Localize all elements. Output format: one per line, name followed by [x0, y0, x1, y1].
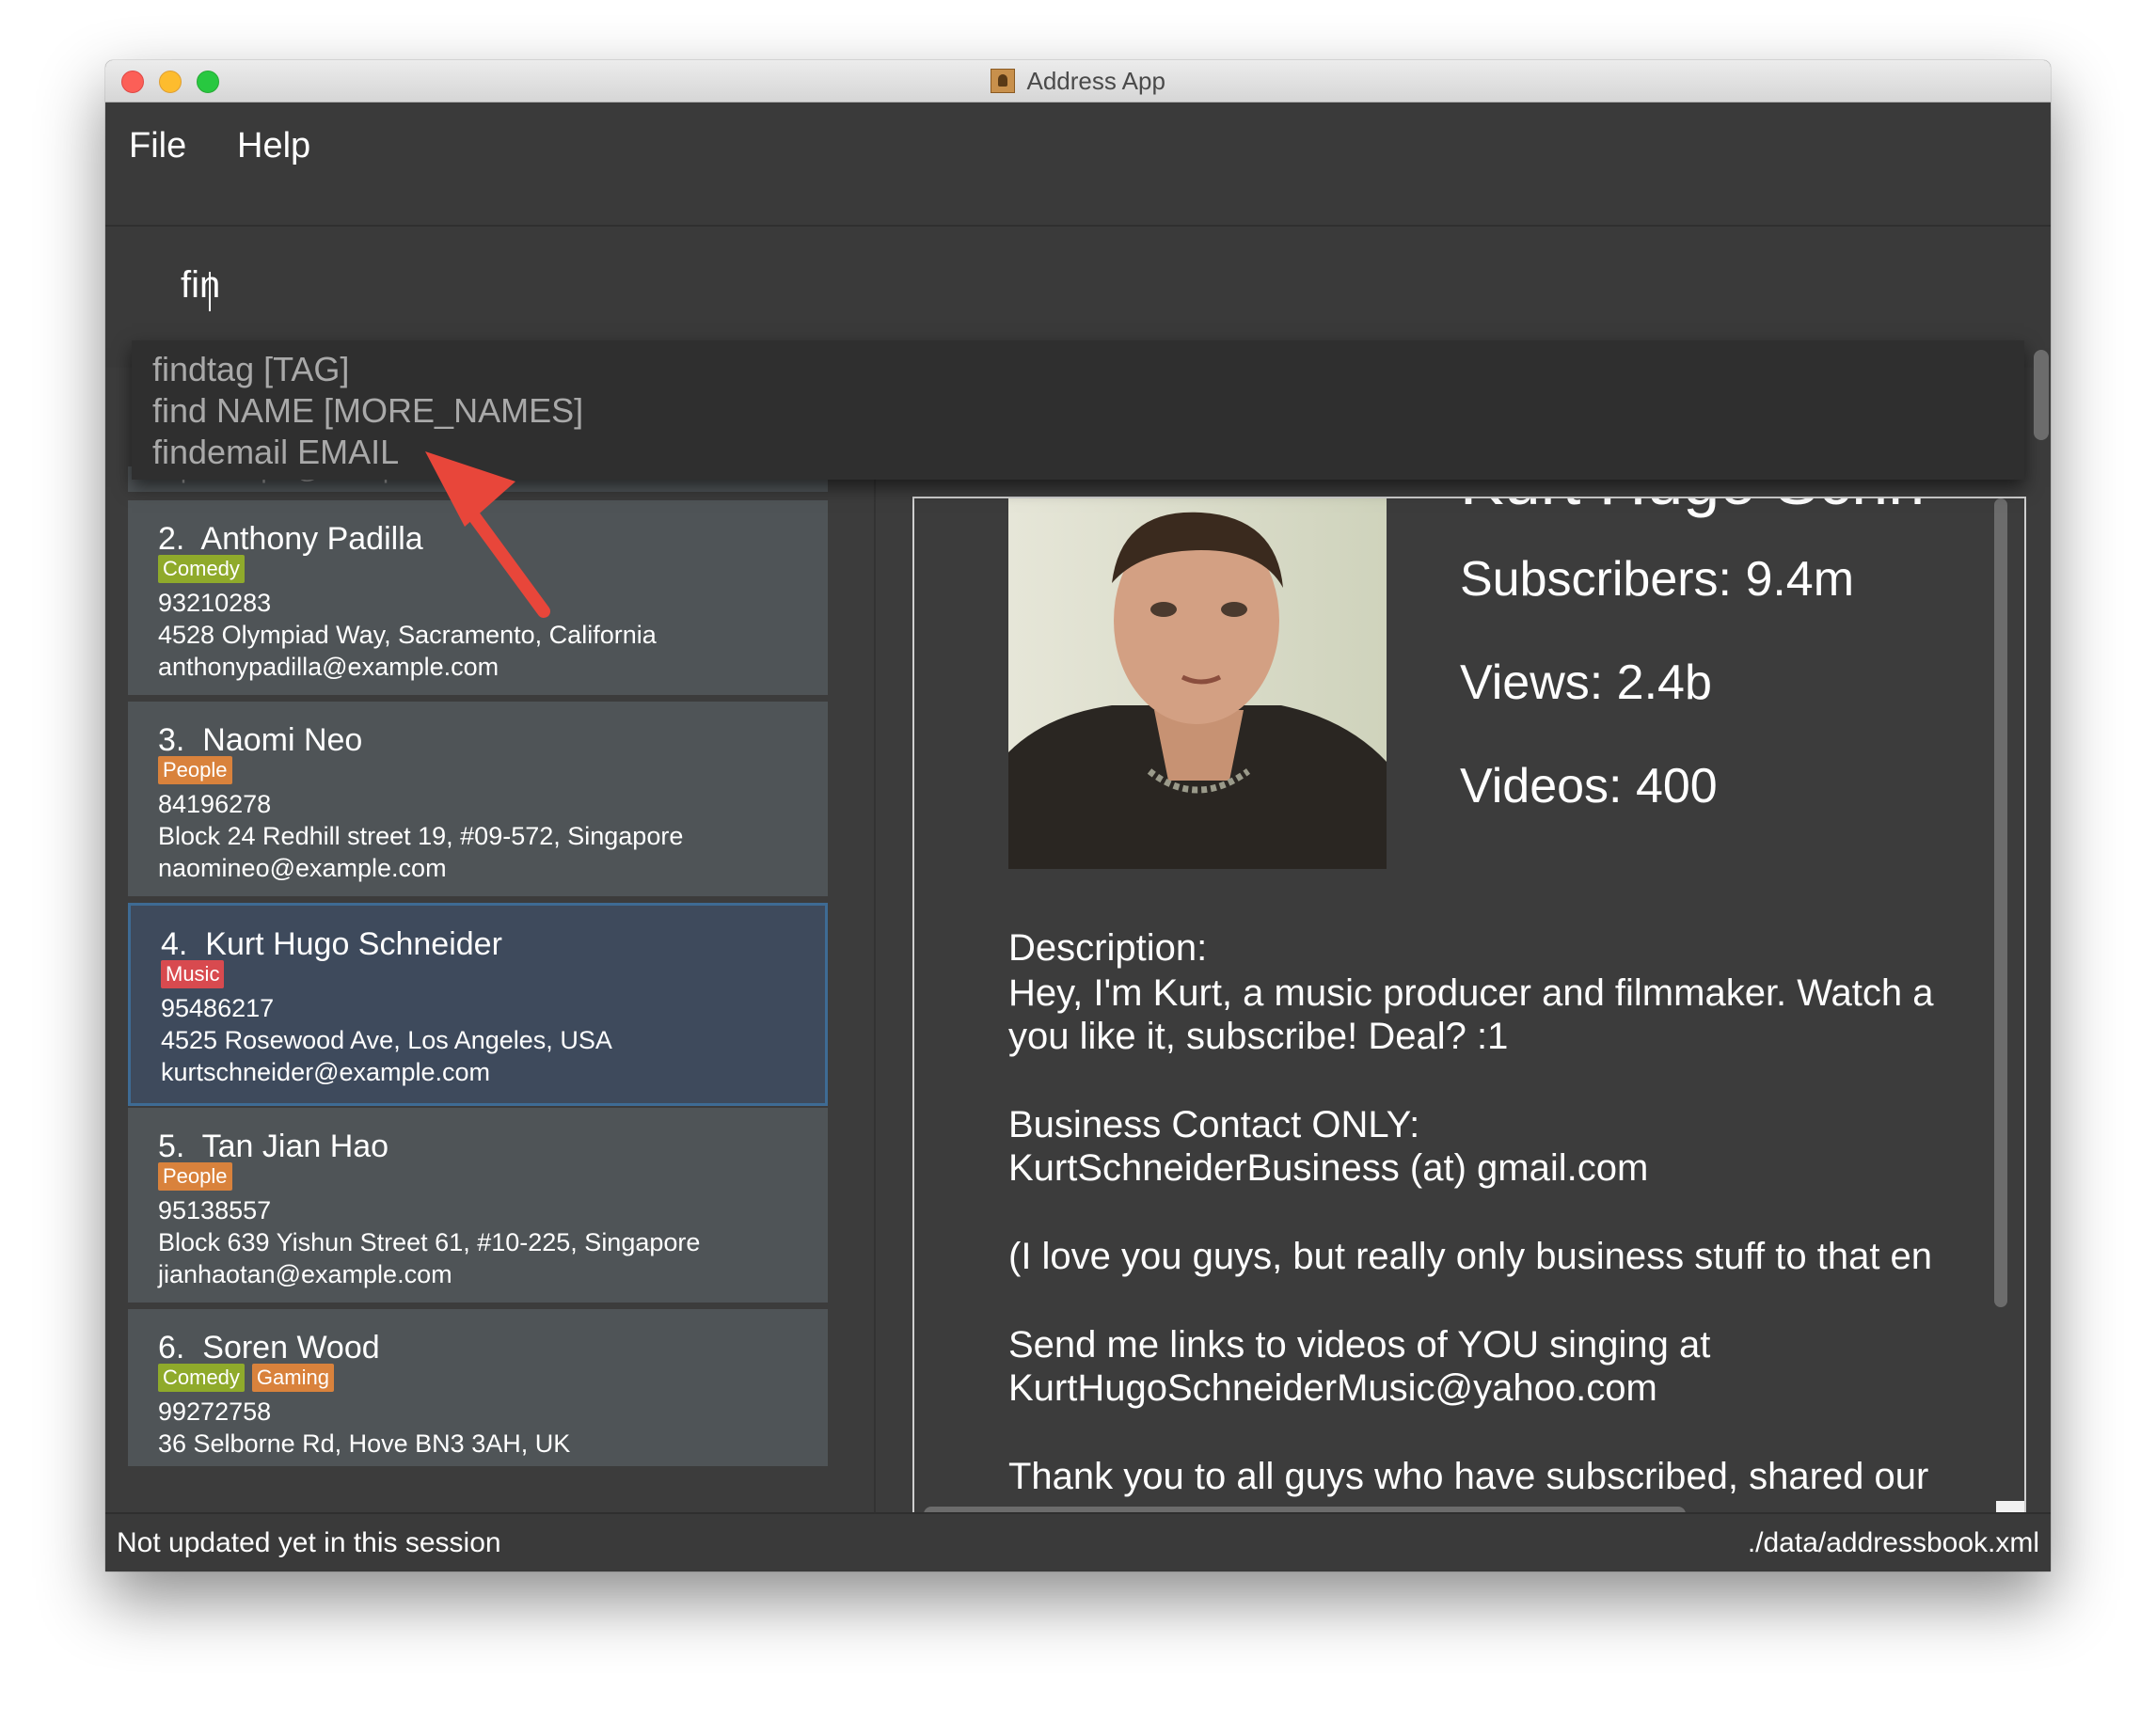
- annotation-arrow-icon: [425, 451, 550, 618]
